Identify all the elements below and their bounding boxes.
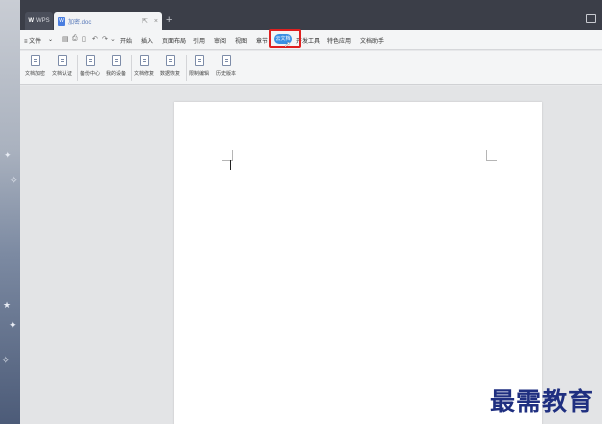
data-recovery-button[interactable]: 数据恢复 xyxy=(160,55,180,77)
star-decoration: ★ xyxy=(3,300,12,310)
device-icon xyxy=(111,55,121,66)
desktop-background: ✦ ✧ ★ ✦ ✧ xyxy=(0,0,20,424)
print-preview-icon[interactable]: ▯ xyxy=(82,35,86,43)
menu-chapter[interactable]: 章节 xyxy=(256,36,268,45)
doc-certify-button[interactable]: 文档认证 xyxy=(52,55,72,77)
tab-wps-home[interactable]: W WPS xyxy=(25,12,53,30)
print-icon[interactable]: ⎙ xyxy=(72,35,78,43)
star-decoration: ✦ xyxy=(4,150,12,160)
doc-certify-label: 文档认证 xyxy=(52,71,73,77)
tab-document[interactable]: W 加密.doc ⇱ × xyxy=(54,12,162,30)
doc-repair-icon xyxy=(139,55,149,66)
data-recovery-label: 数据恢复 xyxy=(160,71,181,77)
document-page[interactable] xyxy=(174,102,542,424)
doc-lock-icon xyxy=(30,55,40,66)
recovery-icon xyxy=(165,55,175,66)
menu-special-features[interactable]: 特色应用 xyxy=(327,36,351,45)
backup-center-button[interactable]: 备份中心 xyxy=(80,55,100,77)
doc-encrypt-label: 文档加密 xyxy=(25,71,46,77)
margin-marker-top-left xyxy=(222,150,233,161)
ribbon-divider xyxy=(131,55,132,81)
menu-insert[interactable]: 插入 xyxy=(141,36,153,45)
watermark-text: 最需教育 xyxy=(489,387,594,416)
text-cursor xyxy=(230,160,231,170)
menu-review[interactable]: 审阅 xyxy=(214,36,226,45)
customize-quick-access-icon[interactable]: ⌄ xyxy=(110,35,116,43)
tab-document-label: 加密.doc xyxy=(68,19,92,26)
menu-file[interactable]: ≡ 文件 xyxy=(24,36,41,45)
history-icon xyxy=(221,55,231,66)
doc-repair-label: 文档修复 xyxy=(134,71,155,77)
menu-home[interactable]: 开始 xyxy=(120,36,132,45)
doc-encrypt-button[interactable]: 文档加密 xyxy=(25,55,45,77)
menu-bar: ≡ 文件 ⌄ ▤ ⎙ ▯ ↶ ↷ ⌄ 开始 插入 页面布局 引用 审阅 视图 章… xyxy=(20,30,602,50)
version-history-button[interactable]: 历史版本 xyxy=(216,55,236,77)
doc-file-icon: W xyxy=(58,16,65,26)
backup-center-label: 备份中心 xyxy=(80,71,101,77)
doc-repair-button[interactable]: 文档修复 xyxy=(134,55,154,77)
my-devices-label: 我的设备 xyxy=(106,71,127,77)
star-decoration: ✧ xyxy=(2,355,10,365)
ribbon-divider xyxy=(186,55,187,81)
tab-wps-label: WPS xyxy=(36,18,50,24)
restrict-editing-label: 限制编辑 xyxy=(189,71,210,77)
save-icon[interactable]: ▤ xyxy=(62,35,69,43)
close-tab-icon[interactable]: × xyxy=(154,18,158,25)
window-menu-icon[interactable] xyxy=(586,14,596,23)
doc-certify-icon xyxy=(57,55,67,66)
pin-icon[interactable]: ⇱ xyxy=(142,17,148,25)
restrict-editing-button[interactable]: 限制编辑 xyxy=(189,55,209,77)
undo-icon[interactable]: ↶ xyxy=(92,35,98,43)
backup-icon xyxy=(85,55,95,66)
menu-references[interactable]: 引用 xyxy=(193,36,205,45)
title-bar: W WPS W 加密.doc ⇱ × + xyxy=(20,0,602,30)
wps-window: W WPS W 加密.doc ⇱ × + ≡ 文件 ⌄ ▤ ⎙ ▯ ↶ ↷ ⌄ … xyxy=(20,0,602,424)
document-canvas xyxy=(20,86,602,424)
margin-marker-top-right xyxy=(486,150,497,161)
mouse-cursor-icon: ➚ xyxy=(284,40,291,49)
ribbon-divider xyxy=(77,55,78,81)
star-decoration: ✦ xyxy=(9,320,17,330)
chevron-down-icon[interactable]: ⌄ xyxy=(48,36,53,43)
redo-icon[interactable]: ↷ xyxy=(102,35,108,43)
menu-view[interactable]: 视图 xyxy=(235,36,247,45)
add-tab-button[interactable]: + xyxy=(166,14,172,26)
star-decoration: ✧ xyxy=(10,175,18,185)
menu-page-layout[interactable]: 页面布局 xyxy=(162,36,186,45)
wps-logo-icon: W xyxy=(28,18,34,24)
menu-document-assistant[interactable]: 文档助手 xyxy=(360,36,384,45)
restrict-edit-icon xyxy=(194,55,204,66)
ribbon-toolbar: 文档加密 文档认证 备份中心 我的设备 文档修复 数据恢复 限制编辑 历史版本 xyxy=(20,51,602,85)
version-history-label: 历史版本 xyxy=(216,71,237,77)
my-devices-button[interactable]: 我的设备 xyxy=(106,55,126,77)
